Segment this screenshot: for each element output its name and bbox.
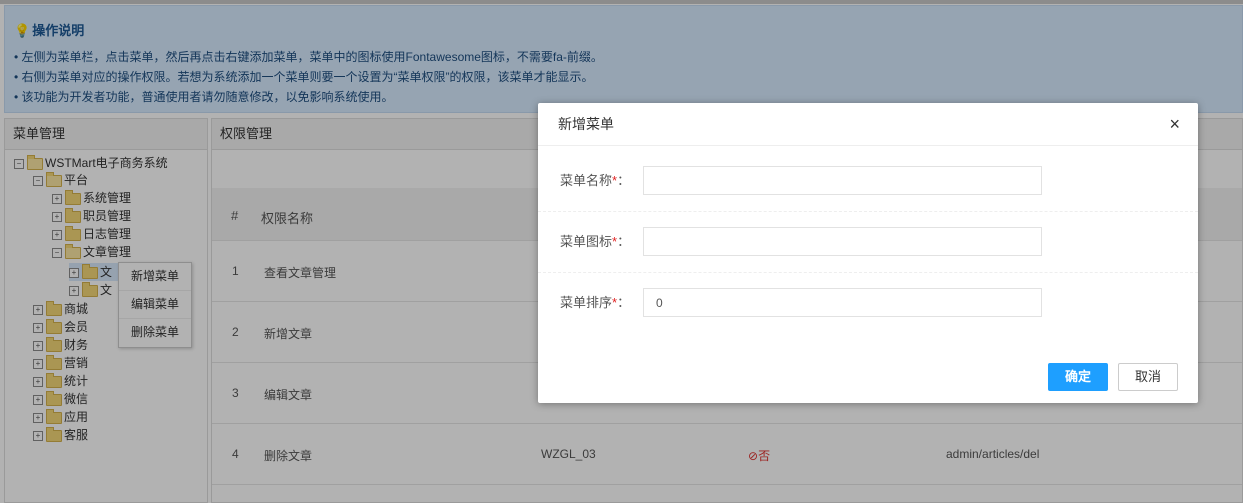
confirm-button[interactable]: 确定: [1048, 363, 1108, 391]
form-row-menu-name: 菜单名称*：: [538, 151, 1198, 212]
cancel-button[interactable]: 取消: [1118, 363, 1178, 391]
close-icon[interactable]: ×: [1169, 103, 1180, 145]
menu-name-label: 菜单名称*：: [560, 173, 631, 188]
menu-sort-label: 菜单排序*：: [560, 295, 631, 310]
menu-icon-input[interactable]: [643, 227, 1042, 256]
menu-sort-input[interactable]: [643, 288, 1042, 317]
menu-name-input[interactable]: [643, 166, 1042, 195]
menu-icon-label: 菜单图标*：: [560, 234, 631, 249]
dialog-title: 新增菜单: [558, 116, 614, 132]
add-menu-dialog: 新增菜单 × 菜单名称*： 菜单图标*： 菜单排序*： 确定 取消: [538, 103, 1198, 403]
form-row-menu-icon: 菜单图标*：: [538, 212, 1198, 273]
dialog-header: 新增菜单 ×: [538, 103, 1198, 146]
form-row-menu-sort: 菜单排序*：: [538, 273, 1198, 333]
